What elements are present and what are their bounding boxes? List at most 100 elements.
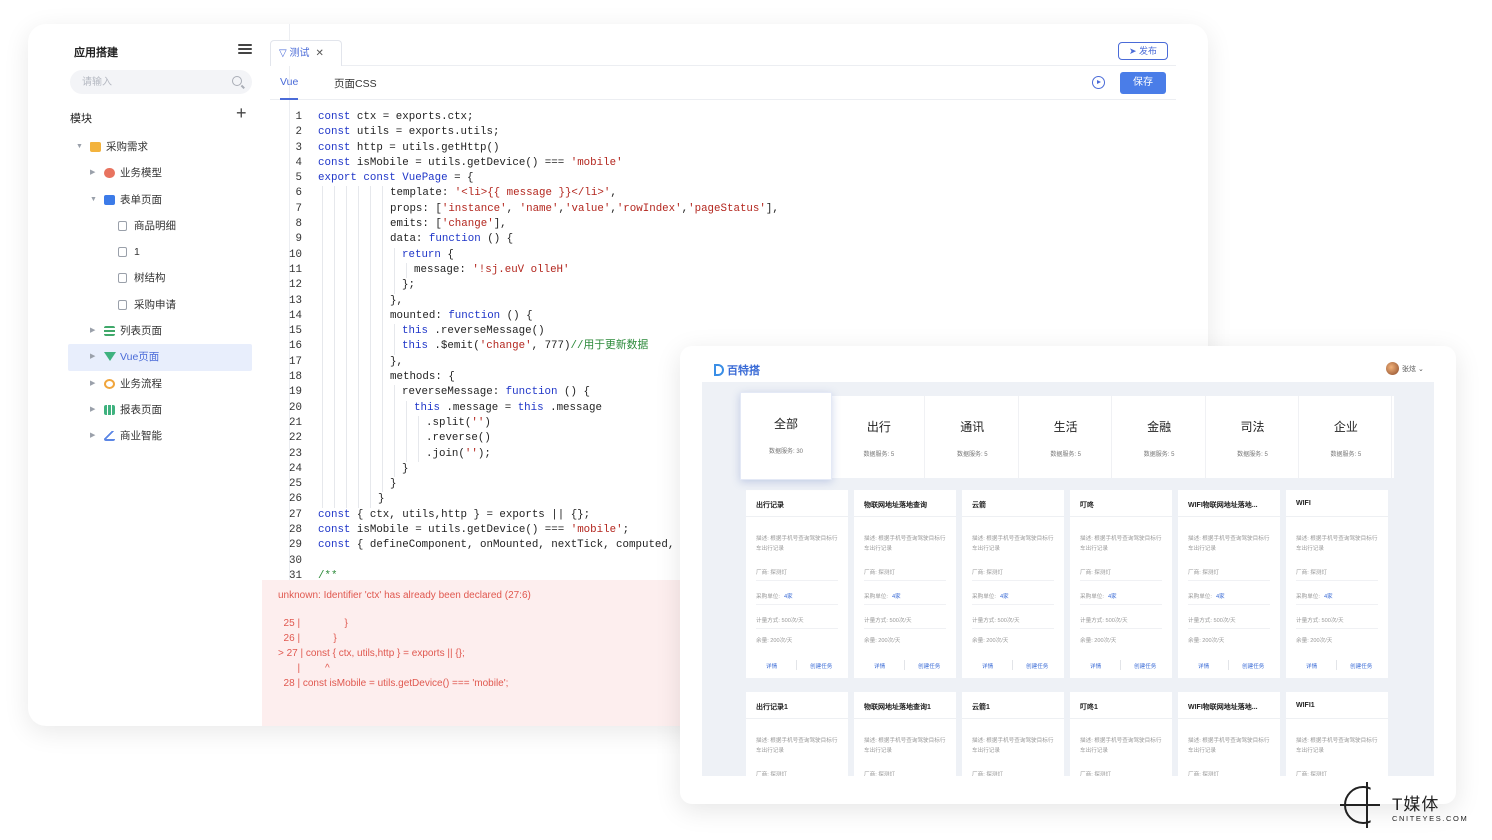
footer-divider [796, 660, 797, 670]
create-task-link[interactable]: 创建任务 [1134, 662, 1156, 670]
code-token: 'mobile' [570, 156, 623, 169]
tree-item[interactable]: ▼ 采购需求 [68, 134, 252, 160]
save-button[interactable]: 保存 [1120, 72, 1166, 94]
tree-item[interactable]: ▼ 表单页面 [68, 187, 252, 213]
service-card[interactable]: 物联网地址落地查询 描述: 根据手机号查询驾驶目标行车出行记录 厂商: 探测灯 采购单… [854, 490, 956, 678]
caret-right-icon[interactable]: ▶ [90, 318, 95, 344]
tree-item[interactable]: ▶ 业务流程 [68, 371, 252, 397]
indent-guide [406, 415, 407, 432]
line-number: 22 [289, 432, 302, 445]
line-number: 28 [289, 524, 302, 537]
tree-item[interactable]: ▶ 列表页面 [68, 318, 252, 344]
card-divider [1178, 516, 1280, 517]
service-card[interactable]: 云箭1描述: 根据手机号查询驾驶目标行车出行记录厂商: 探测灯采购单位:4家计量… [962, 692, 1064, 776]
indent-guide [382, 324, 383, 340]
code-token: 'instance' [441, 202, 507, 215]
code-token: } [390, 478, 397, 491]
line-number: 25 [289, 478, 302, 491]
user-menu[interactable]: 张炫 ⌄ [1386, 362, 1424, 375]
search-icon[interactable] [232, 76, 242, 86]
add-module-icon[interactable]: + [236, 104, 247, 122]
create-task-link[interactable]: 创建任务 [1242, 662, 1264, 670]
tree-item[interactable]: 1 [68, 239, 252, 265]
close-icon[interactable]: ✕ [315, 48, 323, 59]
code-line: 13}, [270, 293, 1176, 309]
category-tab[interactable]: 企业 数据服务: 5 [1300, 396, 1393, 478]
service-card[interactable]: 物联网地址落地查询1描述: 根据手机号查询驾驶目标行车出行记录厂商: 探测灯采购… [854, 692, 956, 776]
card-unit: 采购单位: 4家 [864, 592, 946, 605]
create-task-link[interactable]: 创建任务 [1350, 662, 1372, 670]
detail-link[interactable]: 详情 [766, 662, 777, 670]
tree-item[interactable]: ▶ 商业智能 [68, 423, 252, 449]
service-card[interactable]: WIFI 描述: 根据手机号查询驾驶目标行车出行记录 厂商: 探测灯 采购单位: 4家计… [1286, 490, 1388, 678]
menu-icon[interactable] [238, 42, 252, 56]
search-input[interactable] [82, 74, 222, 90]
code-token: , 777) [531, 340, 571, 353]
category-tab[interactable]: 出行 数据服务: 5 [833, 396, 926, 478]
error-line: | ^ [278, 663, 330, 674]
code-line: 2 const utils = exports.utils; [270, 125, 1176, 140]
send-icon: ➤ [1128, 46, 1140, 56]
detail-link[interactable]: 详情 [1198, 662, 1209, 670]
search-box [70, 70, 252, 94]
caret-right-icon[interactable]: ▶ [90, 423, 95, 449]
indent-guide [322, 339, 323, 355]
indent-guide [334, 262, 335, 279]
service-card[interactable]: 叮咚 描述: 根据手机号查询驾驶目标行车出行记录 厂商: 探测灯 采购单位: 4家 计量方… [1070, 490, 1172, 678]
vue-icon: ▽ [279, 48, 290, 59]
tab-vue[interactable]: Vue [280, 76, 299, 100]
detail-link[interactable]: 详情 [874, 662, 885, 670]
service-card[interactable]: WIFI物联网地址落地... 描述: 根据手机号查询驾驶目标行车出行记录 厂商: 探… [1178, 692, 1280, 776]
tree-item[interactable]: 树结构 [68, 265, 252, 291]
tree-item[interactable]: ▶ Vue页面 [68, 344, 252, 371]
code-text: const { ctx, utils,http } = exports || {… [318, 508, 590, 523]
code-token: props: [ [390, 202, 442, 215]
category-tab[interactable]: 金融 数据服务: 5 [1114, 396, 1206, 478]
tab-test[interactable]: ▽ 测试 ✕ [270, 40, 342, 66]
service-card[interactable]: 叮咚1描述: 根据手机号查询驾驶目标行车出行记录厂商: 探测灯采购单位:4家计量… [1070, 692, 1172, 776]
service-card[interactable]: WIFI物联网地址落地... 描述: 根据手机号查询驾驶目标行车出行记录 厂商: 探… [1178, 490, 1280, 678]
indent-guide [334, 400, 335, 416]
create-task-link[interactable]: 创建任务 [918, 662, 940, 670]
detail-link[interactable]: 详情 [1306, 662, 1317, 670]
service-card[interactable]: 出行记录1描述: 根据手机号查询驾驶目标行车出行记录厂商: 探测灯采购单位:4家… [746, 692, 848, 776]
service-card[interactable]: WIFI1描述: 根据手机号查询驾驶目标行车出行记录厂商: 探测灯采购单位:4家… [1286, 692, 1388, 776]
service-card[interactable]: 出行记录 描述: 根据手机号查询驾驶目标行车出行记录 厂商: 探测灯 采购单位: 4家计… [746, 490, 848, 678]
tree-item[interactable]: 采购申请 [68, 292, 252, 318]
caret-right-icon[interactable]: ▶ [90, 160, 95, 186]
code-token: emits: [ [390, 218, 442, 231]
caret-right-icon[interactable]: ▶ [90, 344, 95, 370]
category-tab[interactable]: 全部 数据服务: 30 [740, 392, 832, 480]
category-tab[interactable]: 生活 数据服务: 5 [1020, 396, 1113, 478]
card-title: WIFI1 [1296, 702, 1315, 709]
indent-guide [382, 247, 383, 263]
card-divider [746, 516, 848, 517]
tree-item[interactable]: 商品明细 [68, 213, 252, 239]
category-tab[interactable]: 通讯 数据服务: 5 [927, 396, 1019, 478]
indent-guide [358, 461, 359, 478]
card-vendor: 厂商: 探测灯 [972, 568, 1054, 581]
indent-guide [370, 446, 371, 462]
detail-link[interactable]: 详情 [982, 662, 993, 670]
create-task-link[interactable]: 创建任务 [810, 662, 832, 670]
caret-right-icon[interactable]: ▶ [90, 371, 95, 397]
tree-item[interactable]: ▶ 业务模型 [68, 160, 252, 186]
code-text: props: ['instance', 'name','value','rowI… [390, 202, 779, 217]
service-card[interactable]: 云箭 描述: 根据手机号查询驾驶目标行车出行记录 厂商: 探测灯 采购单位: 4家 计量方… [962, 490, 1064, 678]
code-token: const [318, 539, 351, 552]
create-task-link[interactable]: 创建任务 [1026, 662, 1048, 670]
play-icon[interactable] [1092, 76, 1105, 89]
tree-item-label: 树结构 [134, 272, 166, 285]
line-number: 27 [289, 508, 302, 521]
detail-link[interactable]: 详情 [1090, 662, 1101, 670]
tab-page-css[interactable]: 页面CSS [334, 76, 377, 91]
publish-button[interactable]: ➤ 发布 [1118, 42, 1168, 60]
caret-right-icon[interactable]: ▶ [90, 397, 95, 423]
indent-guide [370, 201, 371, 218]
tree-item[interactable]: ▶ 报表页面 [68, 397, 252, 423]
caret-down-icon[interactable]: ▼ [90, 187, 97, 213]
card-title: WIFI物联网地址落地... [1188, 704, 1258, 711]
category-tab[interactable]: 司法 数据服务: 5 [1207, 396, 1299, 478]
caret-down-icon[interactable]: ▼ [76, 134, 83, 160]
indent-guide [334, 293, 335, 309]
